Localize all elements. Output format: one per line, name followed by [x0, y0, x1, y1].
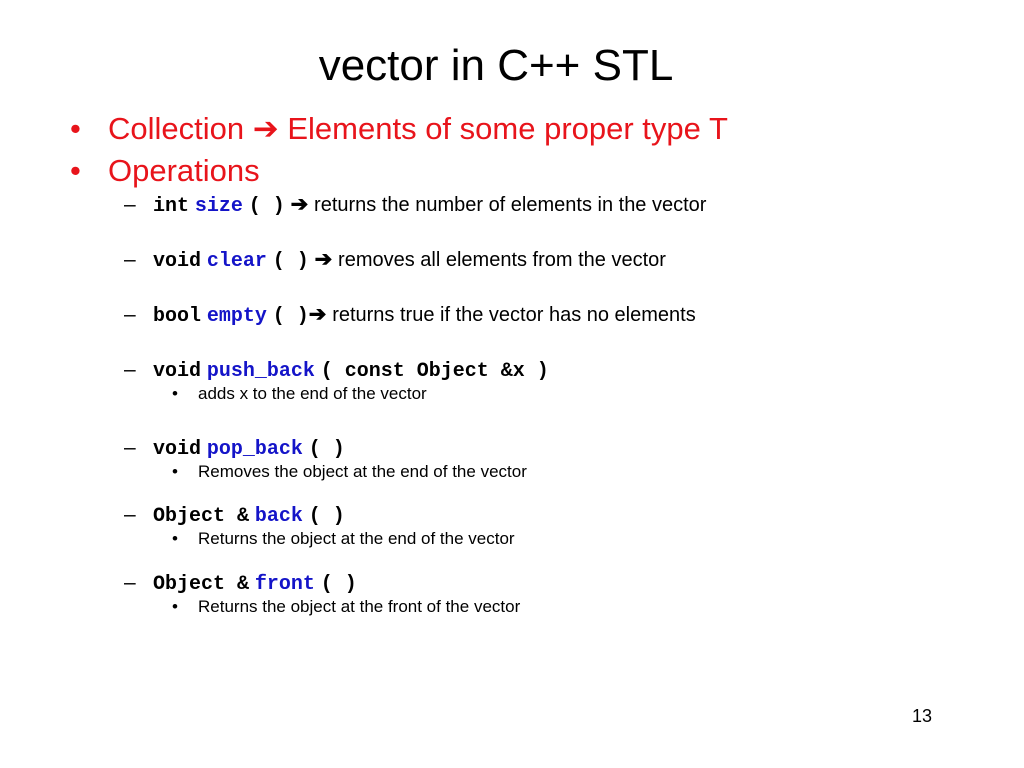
sub-bullet-text: Returns the object at the end of the vec…	[198, 529, 515, 548]
function-name: push_back	[206, 360, 315, 383]
function-name: back	[254, 505, 303, 528]
function-name: pop_back	[206, 438, 303, 461]
return-type: void	[153, 438, 202, 461]
operation-description: returns the number of elements in the ve…	[314, 194, 707, 216]
function-params: ( )	[272, 305, 309, 328]
bullet-marker: •	[172, 462, 178, 481]
function-params: ( )	[308, 438, 345, 461]
arrow-right-icon: ➔	[252, 111, 279, 146]
dash-marker: –	[124, 503, 136, 526]
bullet-marker: •	[70, 153, 81, 188]
arrow-right-icon: ➔	[290, 193, 309, 216]
function-name: empty	[206, 305, 267, 328]
dash-marker: –	[124, 571, 136, 594]
page-number: 13	[912, 706, 933, 726]
bullet-marker: •	[172, 384, 178, 403]
sub-bullet-text: Removes the object at the end of the vec…	[198, 462, 527, 481]
function-params: ( )	[320, 573, 357, 596]
return-type: Object &	[153, 573, 250, 596]
function-params: ( const Object &x )	[320, 360, 549, 383]
bullet-text: Collection	[108, 111, 245, 146]
function-params: ( )	[248, 195, 285, 218]
sub-bullet-text: Returns the object at the front of the v…	[198, 597, 521, 616]
function-name: size	[194, 195, 243, 218]
bullet-text: Operations	[108, 153, 260, 188]
bullet-marker: •	[172, 529, 178, 548]
operation-description: returns true if the vector has no elemen…	[332, 304, 696, 326]
function-params: ( )	[308, 505, 345, 528]
arrow-right-icon: ➔	[314, 248, 333, 271]
dash-marker: –	[124, 303, 136, 326]
dash-marker: –	[124, 436, 136, 459]
arrow-right-icon: ➔	[308, 303, 327, 326]
dash-marker: –	[124, 248, 136, 271]
bullet-text: Elements of some proper type T	[287, 111, 728, 146]
slide-title: vector in C++ STL	[318, 41, 674, 90]
return-type: void	[153, 250, 202, 273]
bullet-marker: •	[172, 597, 178, 616]
return-type: int	[153, 195, 190, 218]
operation-description: removes all elements from the vector	[338, 249, 666, 271]
dash-marker: –	[124, 193, 136, 216]
return-type: Object &	[153, 505, 250, 528]
sub-bullet-text: adds x to the end of the vector	[198, 384, 427, 403]
return-type: bool	[153, 305, 202, 328]
function-name: front	[254, 573, 315, 596]
function-name: clear	[206, 250, 267, 273]
bullet-marker: •	[70, 111, 81, 146]
function-params: ( )	[272, 250, 309, 273]
return-type: void	[153, 360, 202, 383]
dash-marker: –	[124, 358, 136, 381]
